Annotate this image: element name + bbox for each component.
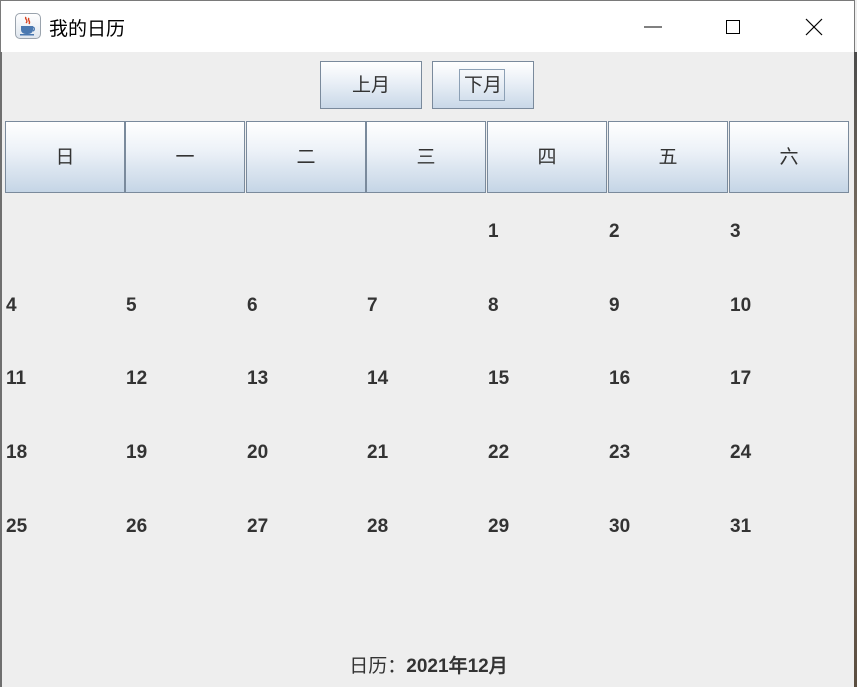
day-cell: 11 xyxy=(6,368,27,389)
prev-month-button[interactable]: 上月 xyxy=(320,61,422,109)
footer-prefix: 日历： xyxy=(349,655,407,677)
footer-month-value: 2021年12月 xyxy=(406,656,508,677)
prev-month-label: 上月 xyxy=(351,74,390,96)
day-cell: 27 xyxy=(247,516,269,537)
day-cell: 5 xyxy=(126,295,137,316)
window-frame-left xyxy=(0,52,2,687)
minimize-button[interactable] xyxy=(613,1,693,53)
day-cell: 24 xyxy=(730,442,752,463)
weekday-button-wed[interactable]: 三 xyxy=(366,121,486,193)
day-cell: 3 xyxy=(730,221,741,242)
day-cell: 2 xyxy=(609,221,620,242)
maximize-icon xyxy=(726,20,740,34)
day-cell: 29 xyxy=(488,516,510,537)
day-cell: 6 xyxy=(247,295,258,316)
close-icon xyxy=(805,18,823,36)
day-cell: 28 xyxy=(367,516,389,537)
day-cell: 8 xyxy=(488,295,499,316)
weekday-button-mon[interactable]: 一 xyxy=(125,121,245,193)
minimize-icon xyxy=(644,26,662,28)
day-cell: 17 xyxy=(730,368,752,389)
weekday-header: 日 一 二 三 四 五 六 xyxy=(5,121,850,193)
day-cell: 26 xyxy=(126,516,148,537)
day-cell: 25 xyxy=(6,516,28,537)
weekday-button-thu[interactable]: 四 xyxy=(487,121,607,193)
day-cell: 16 xyxy=(609,368,631,389)
next-month-button[interactable]: 下月 xyxy=(432,61,534,109)
day-cell: 30 xyxy=(609,516,631,537)
java-cup-icon[interactable] xyxy=(15,13,41,39)
day-cell: 1 xyxy=(488,221,499,242)
weekday-button-fri[interactable]: 五 xyxy=(608,121,728,193)
close-button[interactable] xyxy=(774,1,854,53)
day-cell: 13 xyxy=(247,368,269,389)
day-cell: 19 xyxy=(126,442,148,463)
weekday-button-tue[interactable]: 二 xyxy=(246,121,366,193)
maximize-button[interactable] xyxy=(693,1,773,53)
weekday-button-sun[interactable]: 日 xyxy=(5,121,125,193)
current-month-label: 日历：2021年12月 xyxy=(0,651,857,678)
day-cell: 21 xyxy=(367,442,389,463)
next-month-label: 下月 xyxy=(463,74,502,96)
title-bar: 我的日历 xyxy=(0,0,855,52)
weekday-button-sat[interactable]: 六 xyxy=(729,121,849,193)
day-cell: 10 xyxy=(730,295,752,316)
day-cell: 15 xyxy=(488,368,510,389)
day-cell: 31 xyxy=(730,516,752,537)
day-cell: 7 xyxy=(367,295,378,316)
day-cell: 20 xyxy=(247,442,269,463)
day-cell: 23 xyxy=(609,442,631,463)
window-title: 我的日历 xyxy=(49,18,126,40)
day-cell: 12 xyxy=(126,368,148,389)
day-cell: 14 xyxy=(367,368,389,389)
day-cell: 18 xyxy=(6,442,28,463)
day-cell: 22 xyxy=(488,442,510,463)
day-cell: 4 xyxy=(6,295,17,316)
day-cell: 9 xyxy=(609,295,620,316)
